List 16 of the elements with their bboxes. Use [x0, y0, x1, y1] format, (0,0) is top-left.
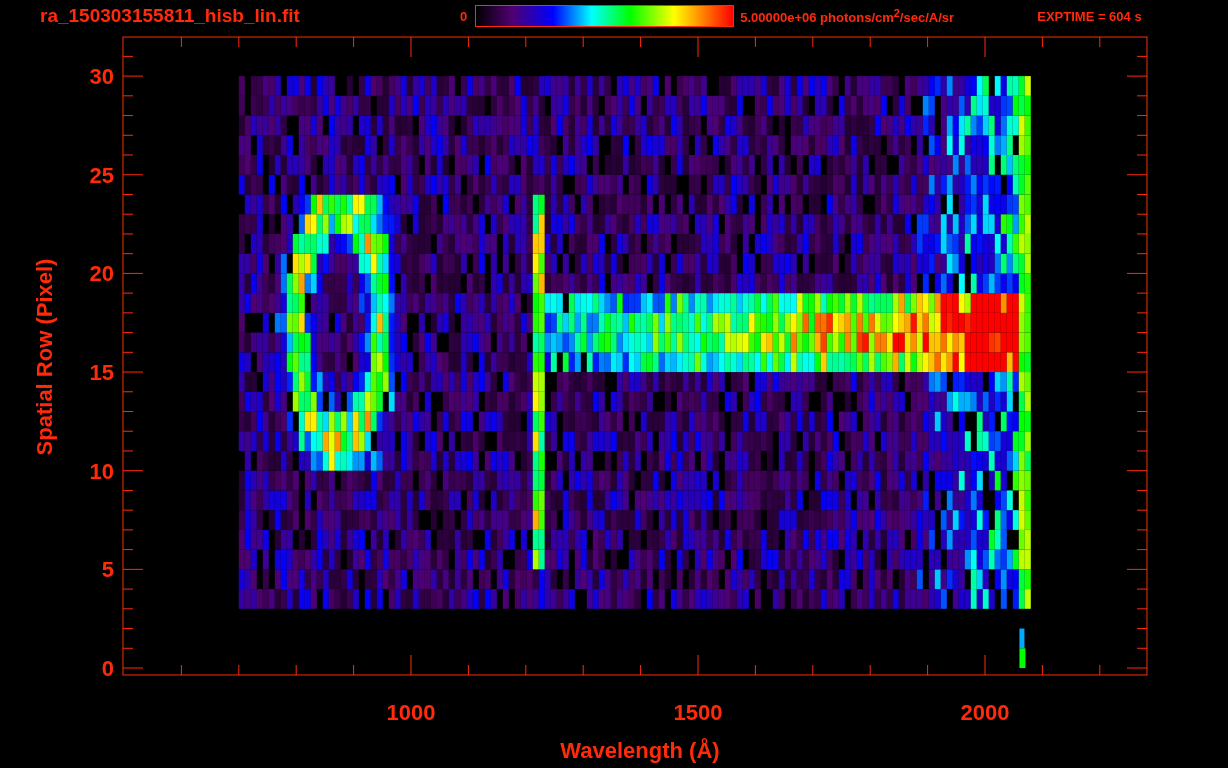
x-tick-label: 1500	[673, 700, 723, 725]
y-tick-label: 20	[89, 261, 114, 287]
y-tick-label: 15	[89, 360, 114, 386]
y-axis-title: Spatial Row (Pixel)	[32, 258, 57, 456]
x-axis-title: Wavelength (Å)	[560, 738, 720, 763]
colorbar-min-label: 0	[460, 8, 468, 24]
y-tick-label: 25	[89, 162, 114, 188]
x-tick-label: 2000	[960, 700, 1010, 725]
y-tick-label: 5	[101, 557, 114, 583]
y-tick-label: 0	[101, 656, 114, 681]
exposure-time: EXPTIME = 604 s	[1037, 8, 1142, 24]
colorbar-max-label: 5.00000e+06 photons/cm$^{2}$/sec/A/sr	[740, 6, 956, 26]
y-tick-label: 30	[89, 64, 114, 90]
x-tick-label: 1000	[386, 700, 436, 725]
file-title: ra_150303155811_hisb_lin.fit	[40, 5, 301, 27]
y-tick-label: 10	[89, 458, 114, 484]
